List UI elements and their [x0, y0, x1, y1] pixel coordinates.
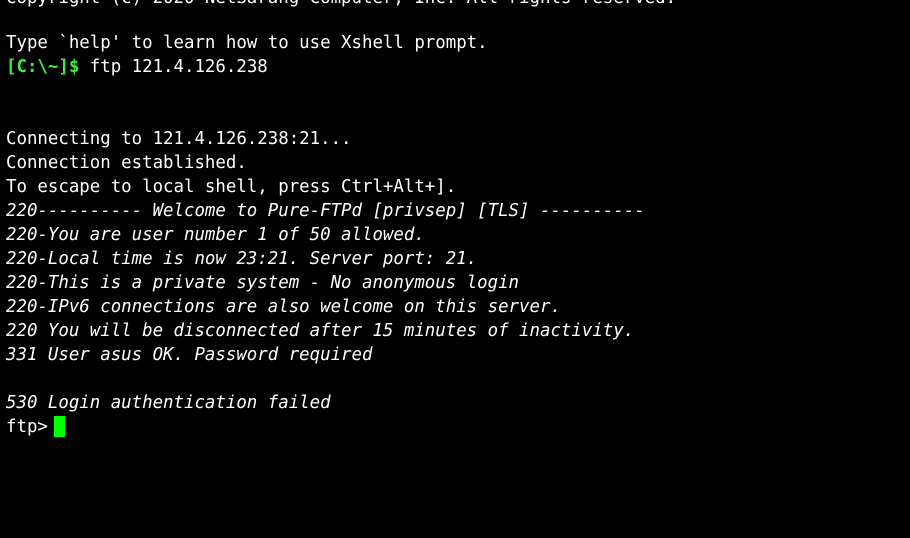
banner-line: Copyright (c) 2020 NetSarang Computer, I… [6, 0, 676, 10]
server-message-line: 220-IPv6 connections are also welcome on… [6, 297, 561, 317]
login-failure-line: 530 Login authentication failed [6, 393, 331, 413]
command-text: ftp 121.4.126.238 [79, 57, 268, 77]
shell-prompt-tag: [C:\~]$ [6, 57, 80, 77]
output-line: Connection established. [6, 153, 247, 173]
output-line: To escape to local shell, press Ctrl+Alt… [6, 177, 457, 197]
server-message-line: 220-Local time is now 23:21. Server port… [6, 249, 478, 269]
server-message-line: 331 User asus OK. Password required [6, 345, 373, 365]
help-line: Type `help' to learn how to use Xshell p… [6, 33, 488, 53]
terminal-window[interactable]: Copyright (c) 2020 NetSarang Computer, I… [0, 0, 910, 538]
server-message-line: 220 You will be disconnected after 15 mi… [6, 321, 635, 341]
server-message-line: 220-You are user number 1 of 50 allowed. [6, 225, 425, 245]
ftp-prompt-line[interactable]: ftp> [6, 415, 65, 439]
server-message-line: 220---------- Welcome to Pure-FTPd [priv… [6, 201, 645, 221]
output-line: Connecting to 121.4.126.238:21... [6, 129, 352, 149]
command-line: [C:\~]$ ftp 121.4.126.238 [6, 55, 268, 79]
text-cursor [53, 415, 65, 437]
server-message-line: 220-This is a private system - No anonym… [6, 273, 520, 293]
ftp-prompt: ftp> [6, 417, 48, 437]
